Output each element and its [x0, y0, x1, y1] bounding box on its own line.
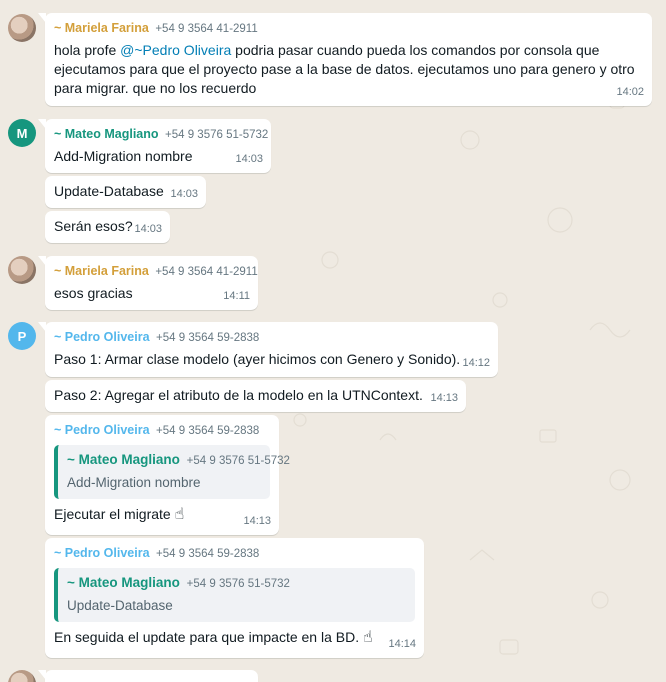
- quoted-text: Add-Migration nombre: [67, 475, 201, 490]
- pointing-up-emoji-icon: ☝: [363, 629, 373, 646]
- message-bubble[interactable]: ~ Mariela Farina +54 9 3564 41-2911 esos…: [38, 256, 258, 310]
- message-bubble[interactable]: Paso 2: Agregar el atributo de la modelo…: [45, 380, 466, 412]
- message-time: 14:13: [243, 515, 271, 527]
- sender-name[interactable]: ~ Mateo Magliano: [54, 127, 159, 141]
- message-text-line: para migrar. que no los recuerdo: [54, 80, 257, 96]
- message-bubble[interactable]: ~ Pedro Oliveira +54 9 3564 59-2838 ~ Ma…: [45, 538, 424, 658]
- message-bubble[interactable]: Serán esos? 14:03: [45, 211, 170, 243]
- message-text: En seguida el update para que impacte en…: [54, 628, 415, 647]
- mention-link[interactable]: @~Pedro Oliveira: [120, 42, 231, 58]
- message-sender: ~ Pedro Oliveira +54 9 3564 59-2838: [54, 328, 489, 348]
- message-time: 14:13: [430, 392, 458, 404]
- message-sender: ~ Pedro Oliveira +54 9 3564 59-2838: [54, 421, 270, 441]
- message-text-part: hola profe: [54, 42, 121, 58]
- sender-name[interactable]: ~ Mariela Farina: [54, 21, 149, 35]
- message-text: Paso 2: Agregar el atributo de la modelo…: [54, 387, 423, 403]
- sender-phone: +54 9 3564 59-2838: [156, 425, 260, 437]
- pointing-up-emoji-icon: ☝: [174, 506, 185, 523]
- message-bubble[interactable]: ~ Pedro Oliveira +54 9 3564 59-2838 Paso…: [38, 322, 498, 377]
- quoted-text: Update-Database: [67, 598, 173, 613]
- message-bubble[interactable]: Update-Database 14:03: [45, 176, 206, 208]
- avatar-mateo-magliano[interactable]: M: [8, 119, 36, 147]
- quoted-message[interactable]: ~ Mateo Magliano +54 9 3576 51-5732 Add-…: [54, 445, 290, 499]
- quoted-sender-phone: +54 9 3576 51-5732: [186, 578, 290, 590]
- message-time: 14:12: [462, 357, 490, 369]
- message-text: Add-Migration nombre: [54, 148, 193, 164]
- message-sender: ~ Mateo Magliano +54 9 3576 51-5732: [54, 125, 268, 145]
- sender-phone: +54 9 3564 59-2838: [156, 332, 260, 344]
- sender-phone: +54 9 3564 41-2911: [155, 23, 258, 35]
- message-sender: ~ Pedro Oliveira +54 9 3564 59-2838: [54, 544, 415, 564]
- avatar-mariela-farina[interactable]: [8, 256, 36, 284]
- sender-phone: +54 9 3564 59-2838: [156, 548, 260, 560]
- message-bubble[interactable]: ~ Pedro Oliveira +54 9 3564 59-2838 ~ Ma…: [45, 415, 290, 535]
- quoted-message[interactable]: ~ Mateo Magliano +54 9 3576 51-5732 Upda…: [54, 568, 415, 622]
- quoted-sender-line: ~ Mateo Magliano +54 9 3576 51-5732: [67, 573, 407, 594]
- avatar-letter: P: [17, 328, 27, 344]
- chat-message-list[interactable]: ~ Mariela Farina +54 9 3564 41-2911 hola…: [0, 0, 666, 682]
- sender-phone: +54 9 3576 51-5732: [165, 129, 269, 141]
- message-sender: ~ Mariela Farina +54 9 3564 41-2911: [54, 262, 258, 282]
- message-text-part: Ejecutar el migrate: [54, 506, 171, 522]
- message-text: Paso 1: Armar clase modelo (ayer hicimos…: [54, 351, 461, 367]
- sender-name[interactable]: ~ Mariela Farina: [54, 264, 149, 278]
- quoted-sender-name: ~ Mateo Magliano: [67, 452, 180, 467]
- avatar-mariela-farina[interactable]: [8, 14, 36, 42]
- message-time: 14:03: [235, 153, 263, 165]
- avatar-mariela-farina[interactable]: [8, 670, 36, 682]
- message-time: 14:11: [223, 290, 250, 302]
- message-time: 14:14: [388, 638, 416, 650]
- message-text-part: En seguida el update para que impacte en…: [54, 629, 360, 645]
- quoted-sender-phone: +54 9 3576 51-5732: [186, 455, 290, 467]
- sender-phone: +54 9 3564 41-2911: [155, 266, 258, 278]
- message-bubble[interactable]: ~ Mateo Magliano +54 9 3576 51-5732 Add-…: [38, 119, 271, 173]
- avatar-pedro-oliveira[interactable]: P: [8, 322, 36, 350]
- message-text: Ejecutar el migrate ☝: [54, 505, 270, 524]
- quoted-sender-line: ~ Mateo Magliano +54 9 3576 51-5732: [67, 450, 290, 471]
- quoted-sender-name: ~ Mateo Magliano: [67, 575, 180, 590]
- message-text: esos gracias: [54, 285, 133, 301]
- message-text: hola profe @~Pedro Oliveira podria pasar…: [54, 41, 643, 60]
- sender-name[interactable]: ~ Pedro Oliveira: [54, 423, 150, 437]
- message-text-line: ejecutamos para que el proyecto pase a l…: [54, 61, 635, 77]
- message-time: 14:03: [170, 188, 198, 200]
- avatar-letter: M: [16, 125, 28, 141]
- sender-name[interactable]: ~ Pedro Oliveira: [54, 330, 150, 344]
- sender-name[interactable]: ~ Pedro Oliveira: [54, 546, 150, 560]
- message-time: 14:02: [616, 86, 644, 98]
- message-text-part: podria pasar cuando pueda los comandos p…: [231, 42, 600, 58]
- message-bubble-partial[interactable]: [38, 670, 258, 682]
- message-bubble[interactable]: ~ Mariela Farina +54 9 3564 41-2911 hola…: [38, 13, 652, 106]
- message-time: 14:03: [134, 223, 162, 235]
- message-sender: ~ Mariela Farina +54 9 3564 41-2911: [54, 19, 643, 39]
